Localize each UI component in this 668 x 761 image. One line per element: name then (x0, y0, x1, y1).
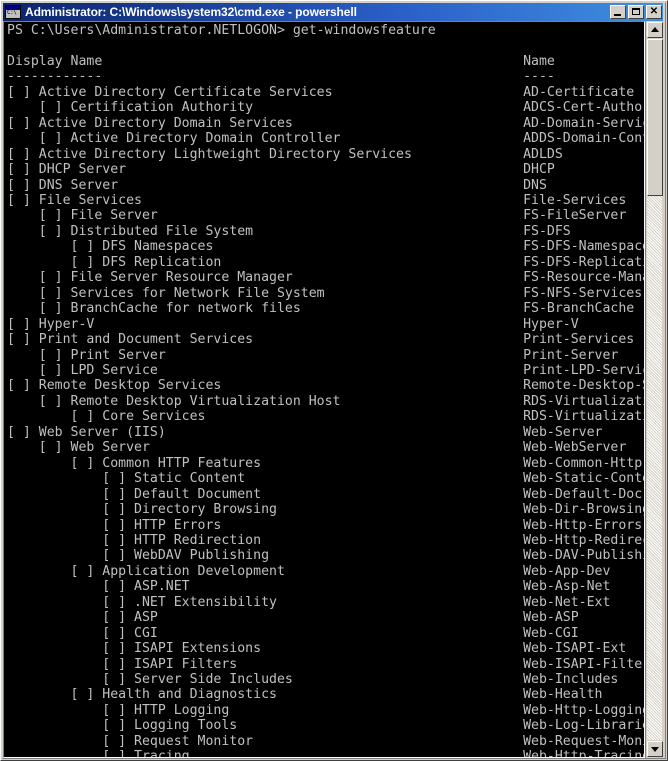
cmd-icon-text: C:\ (7, 9, 17, 16)
vertical-scrollbar[interactable] (645, 21, 663, 758)
minimize-button[interactable] (610, 5, 626, 19)
maximize-button[interactable] (628, 5, 644, 19)
client-area: PS C:\Users\Administrator.NETLOGON> get-… (3, 21, 663, 758)
console-window: C:\ Administrator: C:\Windows\system32\c… (0, 0, 668, 761)
arrow-down-icon (651, 747, 659, 752)
scrollbar-thumb[interactable] (647, 39, 663, 196)
close-button[interactable]: ✕ (646, 5, 662, 19)
window-controls: ✕ (610, 5, 662, 19)
console-text: PS C:\Users\Administrator.NETLOGON> get-… (7, 23, 645, 758)
arrow-up-icon (651, 27, 659, 32)
scroll-down-button[interactable] (647, 741, 663, 757)
console-output-panel[interactable]: PS C:\Users\Administrator.NETLOGON> get-… (3, 21, 645, 758)
title-bar[interactable]: C:\ Administrator: C:\Windows\system32\c… (3, 3, 663, 21)
window-title: Administrator: C:\Windows\system32\cmd.e… (25, 5, 357, 19)
cmd-icon: C:\ (5, 5, 21, 19)
close-icon: ✕ (649, 6, 659, 17)
scroll-up-button[interactable] (647, 22, 663, 38)
maximize-icon (632, 8, 640, 15)
minimize-icon (614, 14, 621, 16)
